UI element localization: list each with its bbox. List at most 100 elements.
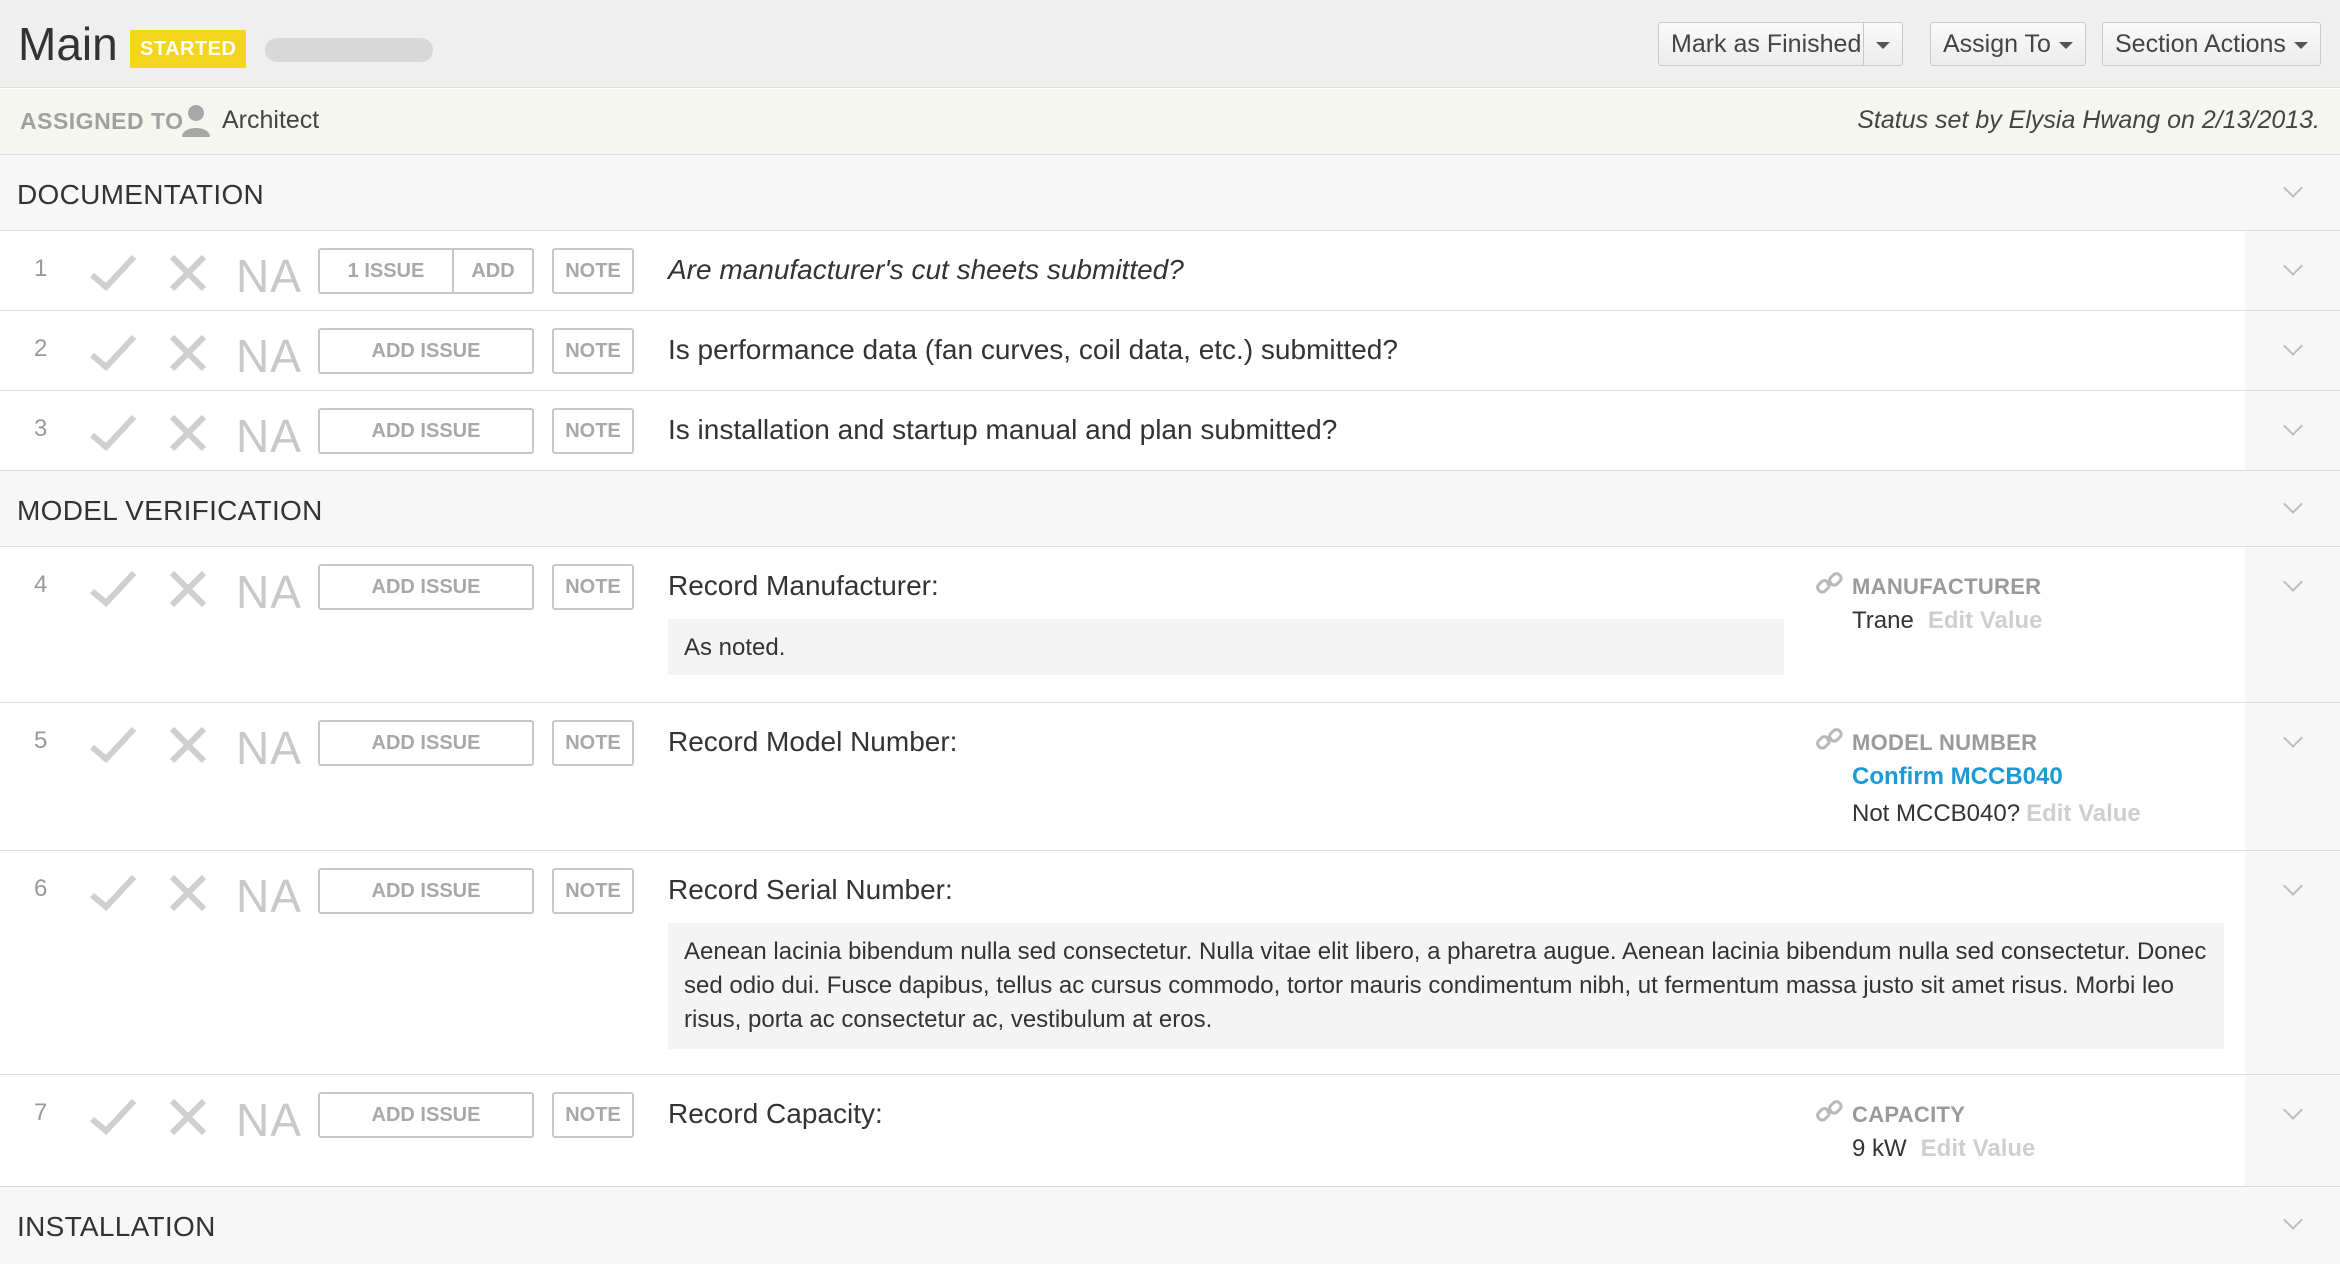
mark-finished-button[interactable]: Mark as Finished bbox=[1659, 23, 1864, 65]
chevron-down-icon[interactable] bbox=[2283, 178, 2303, 198]
add-issue-button[interactable]: ADD ISSUE bbox=[318, 720, 534, 766]
add-issue-button[interactable]: ADD ISSUE bbox=[318, 408, 534, 454]
na-button[interactable]: NA bbox=[236, 869, 302, 923]
row-number: 2 bbox=[34, 335, 48, 362]
link-icon bbox=[1816, 1100, 1843, 1122]
question-text: Is installation and startup manual and p… bbox=[668, 414, 1338, 445]
checklist-row-7: 7 NA ADD ISSUE NOTE Record Capacity: CAP… bbox=[0, 1075, 2340, 1187]
na-button[interactable]: NA bbox=[236, 329, 302, 383]
link-icon bbox=[1816, 728, 1843, 750]
field-label: CAPACITY bbox=[1852, 1102, 1966, 1127]
question-text: Is performance data (fan curves, coil da… bbox=[668, 334, 1398, 365]
question-text: Record Serial Number: bbox=[668, 874, 953, 905]
row-number: 3 bbox=[34, 415, 48, 442]
x-icon[interactable] bbox=[168, 569, 208, 609]
check-icon[interactable] bbox=[88, 413, 138, 453]
row-number: 7 bbox=[34, 1099, 48, 1126]
row-number: 6 bbox=[34, 875, 48, 902]
check-icon[interactable] bbox=[88, 1097, 138, 1137]
na-button[interactable]: NA bbox=[236, 409, 302, 463]
page-title: Main bbox=[18, 18, 118, 70]
checklist-row-2: 2 NA ADD ISSUE NOTE Is performance data … bbox=[0, 311, 2340, 391]
add-issue-button[interactable]: ADD ISSUE bbox=[318, 564, 534, 610]
note-button[interactable]: NOTE bbox=[552, 868, 634, 914]
chevron-down-icon[interactable] bbox=[2283, 494, 2303, 514]
page-header: Main STARTED Mark as Finished Assign To … bbox=[0, 0, 2340, 88]
assign-to-button[interactable]: Assign To bbox=[1930, 22, 2086, 66]
x-icon[interactable] bbox=[168, 253, 208, 293]
x-icon[interactable] bbox=[168, 873, 208, 913]
edit-value-link[interactable]: Edit Value bbox=[2026, 800, 2141, 827]
checklist-row-4: 4 NA ADD ISSUE NOTE Record Manufacturer:… bbox=[0, 547, 2340, 703]
field-value: 9 kW bbox=[1852, 1135, 1907, 1162]
question-text: Are manufacturer's cut sheets submitted? bbox=[668, 254, 1184, 285]
mark-finished-button-group: Mark as Finished bbox=[1658, 22, 1903, 66]
note-button[interactable]: NOTE bbox=[552, 328, 634, 374]
edit-value-link[interactable]: Edit Value bbox=[1921, 1135, 2036, 1162]
section-installation[interactable]: INSTALLATION bbox=[0, 1187, 2340, 1264]
caret-down-icon bbox=[1876, 41, 1890, 49]
check-icon[interactable] bbox=[88, 725, 138, 765]
note-button[interactable]: NOTE bbox=[552, 1092, 634, 1138]
field-label: MODEL NUMBER bbox=[1852, 730, 2038, 755]
checklist-row-1: 1 NA 1 ISSUE ADD NOTE Are manufacturer's… bbox=[0, 231, 2340, 311]
row-gutter bbox=[2245, 703, 2340, 850]
assigned-to-label: ASSIGNED TO bbox=[20, 108, 184, 134]
na-button[interactable]: NA bbox=[236, 1093, 302, 1147]
check-icon[interactable] bbox=[88, 333, 138, 373]
x-icon[interactable] bbox=[168, 333, 208, 373]
row-number: 4 bbox=[34, 571, 48, 598]
x-icon[interactable] bbox=[168, 725, 208, 765]
section-documentation[interactable]: DOCUMENTATION bbox=[0, 155, 2340, 231]
field-label: MANUFACTURER bbox=[1852, 574, 2042, 599]
row-gutter bbox=[2245, 547, 2340, 702]
question-text: Record Manufacturer: bbox=[668, 570, 939, 601]
user-icon bbox=[182, 105, 210, 137]
checklist-row-6: 6 NA ADD ISSUE NOTE Record Serial Number… bbox=[0, 851, 2340, 1075]
add-issue-button[interactable]: ADD ISSUE bbox=[318, 1092, 534, 1138]
assign-to-label: Assign To bbox=[1943, 30, 2051, 58]
add-issue-button[interactable]: ADD ISSUE bbox=[318, 328, 534, 374]
confirm-value-link[interactable]: Confirm MCCB040 bbox=[1852, 763, 2063, 791]
na-button[interactable]: NA bbox=[236, 565, 302, 619]
note-button[interactable]: NOTE bbox=[552, 248, 634, 294]
section-model-verification[interactable]: MODEL VERIFICATION bbox=[0, 471, 2340, 547]
question-text: Record Capacity: bbox=[668, 1098, 883, 1129]
check-icon[interactable] bbox=[88, 569, 138, 609]
field-value-line: Not MCCB040? Edit Value bbox=[1852, 800, 2141, 828]
x-icon[interactable] bbox=[168, 413, 208, 453]
issue-count-button[interactable]: 1 ISSUE bbox=[320, 250, 454, 292]
status-set-by-text: Status set by Elysia Hwang on 2/13/2013. bbox=[1857, 106, 2320, 134]
note-button[interactable]: NOTE bbox=[552, 564, 634, 610]
checklist-row-5: 5 NA ADD ISSUE NOTE Record Model Number:… bbox=[0, 703, 2340, 851]
add-issue-button[interactable]: ADD ISSUE bbox=[318, 868, 534, 914]
section-actions-label: Section Actions bbox=[2115, 30, 2286, 58]
note-button[interactable]: NOTE bbox=[552, 408, 634, 454]
caret-down-icon bbox=[2293, 41, 2308, 49]
edit-value-link[interactable]: Edit Value bbox=[1928, 607, 2043, 634]
checklist-row-3: 3 NA ADD ISSUE NOTE Is installation and … bbox=[0, 391, 2340, 471]
na-button[interactable]: NA bbox=[236, 721, 302, 775]
note-text: As noted. bbox=[668, 619, 1784, 675]
add-issue-button[interactable]: ADD bbox=[454, 250, 532, 292]
row-gutter bbox=[2245, 1075, 2340, 1186]
x-icon[interactable] bbox=[168, 1097, 208, 1137]
mark-finished-dropdown-toggle[interactable] bbox=[1864, 23, 1902, 65]
field-value-line: Trane Edit Value bbox=[1852, 607, 2043, 635]
assigned-bar: ASSIGNED TO Architect Status set by Elys… bbox=[0, 89, 2340, 155]
assignee-name[interactable]: Architect bbox=[222, 106, 319, 135]
note-button[interactable]: NOTE bbox=[552, 720, 634, 766]
progress-bar bbox=[265, 38, 433, 62]
section-title: INSTALLATION bbox=[17, 1211, 216, 1242]
link-icon bbox=[1816, 572, 1843, 594]
caret-down-icon bbox=[2058, 41, 2073, 49]
field-value: Not MCCB040? bbox=[1852, 800, 2021, 827]
section-actions-button[interactable]: Section Actions bbox=[2102, 22, 2321, 66]
field-value: Trane bbox=[1852, 607, 1914, 634]
question-text: Record Model Number: bbox=[668, 726, 958, 757]
section-title: DOCUMENTATION bbox=[17, 179, 265, 210]
na-button[interactable]: NA bbox=[236, 249, 302, 303]
check-icon[interactable] bbox=[88, 873, 138, 913]
chevron-down-icon[interactable] bbox=[2283, 1210, 2303, 1230]
check-icon[interactable] bbox=[88, 253, 138, 293]
